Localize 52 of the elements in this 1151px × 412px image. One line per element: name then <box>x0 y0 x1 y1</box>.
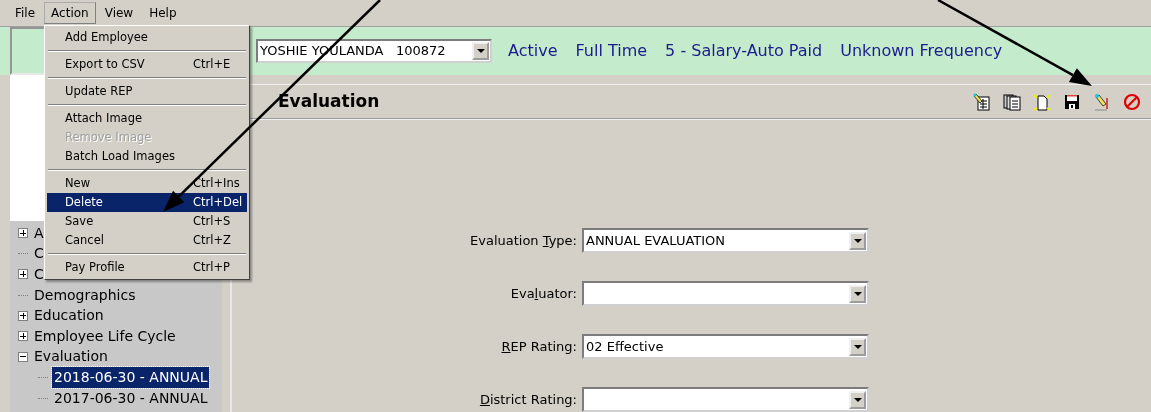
section-title: Evaluation <box>278 89 380 113</box>
save-icon[interactable] <box>1063 92 1081 111</box>
menu-item[interactable]: Pay Profile Ctrl+P <box>47 258 247 277</box>
menu-item[interactable]: Update REP <box>47 82 247 101</box>
dropdown-button[interactable] <box>472 42 489 60</box>
pencil-icon[interactable] <box>1093 92 1111 111</box>
menu-item[interactable]: Delete Ctrl+Del <box>47 193 247 212</box>
tree-item[interactable]: Demographics <box>32 284 138 306</box>
field-label: Evaluator: <box>509 284 578 303</box>
status-text: Active <box>508 40 558 62</box>
collapse-icon[interactable] <box>18 351 28 362</box>
dropdown-field[interactable] <box>582 281 869 306</box>
dropdown-field[interactable]: 02 Effective <box>582 334 869 359</box>
field-label: REP Rating: <box>500 337 578 356</box>
tree-item[interactable]: 2018-06-30 - ANNUAL <box>52 366 210 388</box>
status-text: 5 - Salary-Auto Paid <box>665 40 823 62</box>
menu-item[interactable]: Attach Image <box>47 109 247 128</box>
menu-item[interactable]: Action <box>44 2 96 24</box>
tree-item[interactable]: 2017-06-30 - ANNUAL <box>52 387 210 409</box>
tree-item[interactable]: Evaluation <box>32 346 110 368</box>
menu-item[interactable]: Cancel Ctrl+Z <box>47 231 247 250</box>
documents-icon[interactable] <box>1003 92 1021 111</box>
dropdown-button[interactable] <box>849 390 866 409</box>
expand-icon[interactable] <box>18 310 28 321</box>
expand-icon[interactable] <box>18 331 28 342</box>
menu-item[interactable]: File <box>8 2 43 24</box>
dropdown-field[interactable]: ANNUAL EVALUATION <box>582 228 869 253</box>
status-text: Full Time <box>575 40 648 62</box>
tree-item[interactable]: C <box>32 264 46 285</box>
dropdown-button[interactable] <box>849 337 866 356</box>
menu-item[interactable]: Export to CSV Ctrl+E <box>47 55 247 74</box>
dropdown-button[interactable] <box>849 284 866 303</box>
expand-icon[interactable] <box>18 269 28 280</box>
menu-item[interactable]: View <box>97 2 141 24</box>
edit-page-icon[interactable] <box>973 92 991 111</box>
prohibited-icon[interactable] <box>1123 92 1141 111</box>
tree-item[interactable]: C <box>32 243 46 265</box>
field-label: Evaluation Type: <box>469 231 578 250</box>
menu-item[interactable]: Add Employee <box>47 28 247 47</box>
dropdown-button[interactable] <box>849 231 866 250</box>
menu-item[interactable]: Help <box>142 2 184 24</box>
tree-item[interactable]: Employee Life Cycle <box>32 325 178 347</box>
menu-item[interactable]: Batch Load Images <box>47 147 247 166</box>
status-text: Unknown Frequency <box>840 40 1003 62</box>
dropdown-field[interactable] <box>582 387 869 412</box>
menu-item[interactable]: New Ctrl+Ins <box>47 174 247 193</box>
field-label: District Rating: <box>478 390 578 409</box>
new-page-icon[interactable] <box>1033 92 1051 111</box>
tree-item[interactable]: A <box>32 222 46 244</box>
menu-item[interactable]: Save Ctrl+S <box>47 212 247 231</box>
tree-item[interactable]: Education <box>32 305 106 327</box>
expand-icon[interactable] <box>18 228 28 239</box>
